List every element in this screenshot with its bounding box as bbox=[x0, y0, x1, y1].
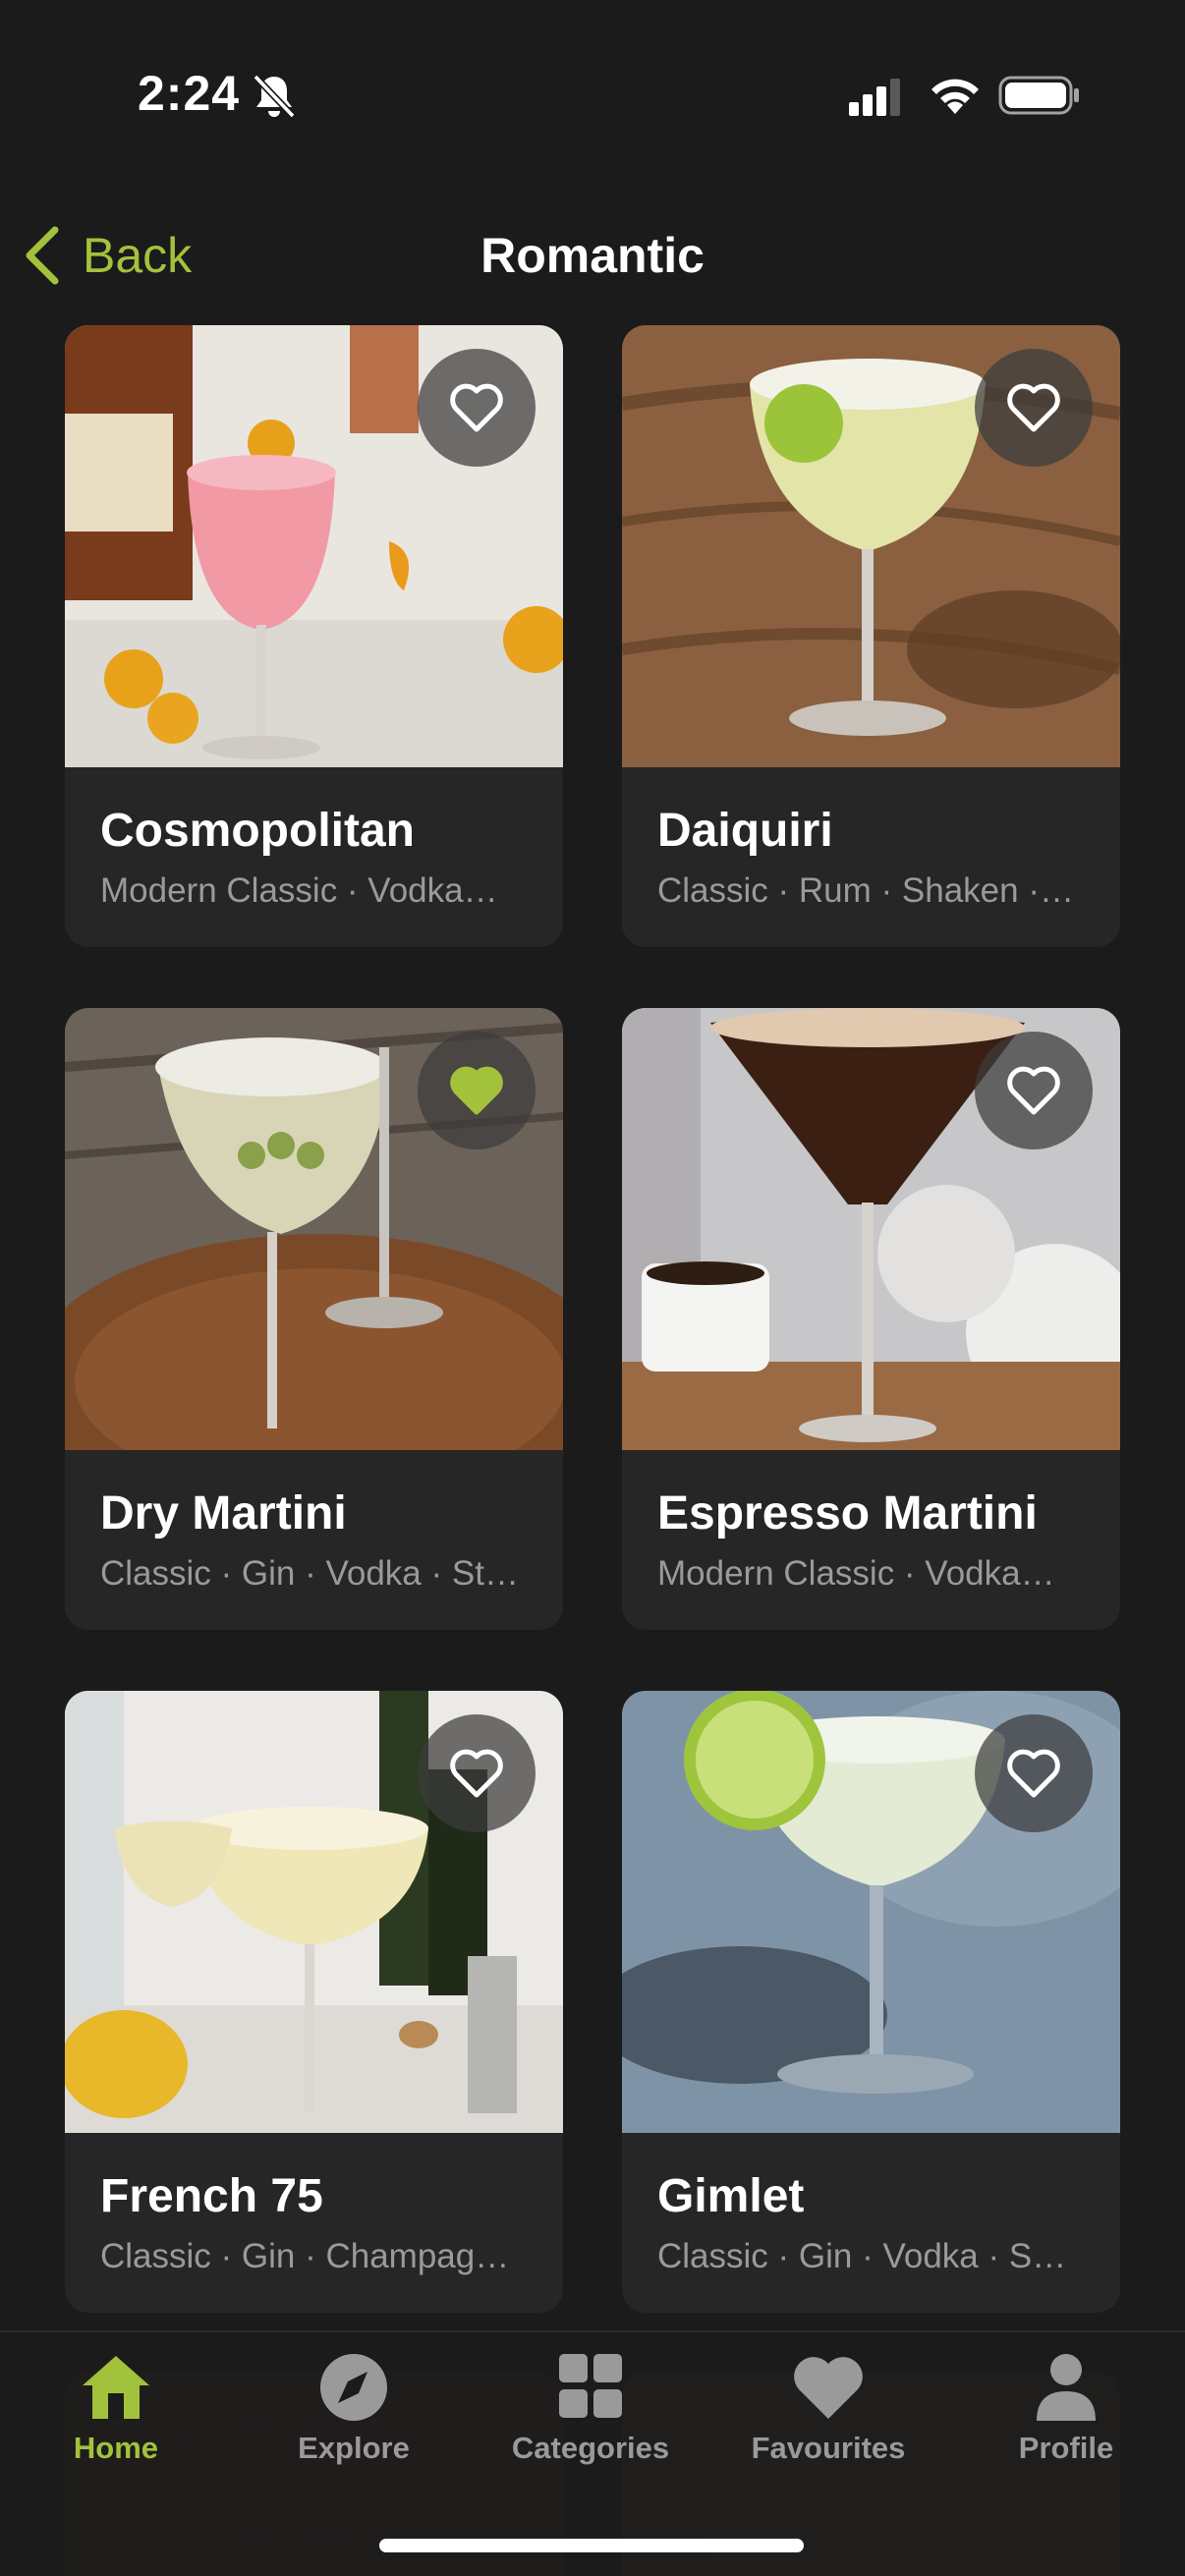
heart-outline-icon bbox=[450, 1749, 503, 1798]
cocktail-name: Dry Martini bbox=[100, 1487, 347, 1540]
tab-label: Profile bbox=[1018, 2431, 1114, 2465]
cocktail-tags: Modern Classic · Vodka… bbox=[100, 871, 498, 910]
home-indicator[interactable] bbox=[379, 2539, 804, 2552]
tab-categories[interactable]: Categories bbox=[502, 2352, 679, 2490]
cocktail-card[interactable]: Gimlet Classic · Gin · Vodka · S… bbox=[622, 1691, 1120, 2313]
chevron-left-icon bbox=[26, 226, 59, 285]
tab-label: Categories bbox=[511, 2431, 670, 2465]
tab-home[interactable]: Home bbox=[28, 2352, 204, 2490]
wifi-icon bbox=[931, 79, 979, 114]
cocktail-name: Daiquiri bbox=[657, 805, 833, 857]
bell-slash-icon bbox=[253, 74, 296, 119]
cocktail-tags: Modern Classic · Vodka… bbox=[657, 1554, 1055, 1593]
favourite-button[interactable] bbox=[975, 349, 1093, 467]
status-time: 2:24 bbox=[138, 66, 241, 121]
heart-filled-icon bbox=[450, 1066, 503, 1115]
favourite-button[interactable] bbox=[975, 1032, 1093, 1149]
tab-explore[interactable]: Explore bbox=[265, 2352, 442, 2490]
favourite-button[interactable] bbox=[418, 349, 536, 467]
favourite-button[interactable] bbox=[418, 1714, 536, 1832]
heart-outline-icon bbox=[1007, 1066, 1060, 1115]
battery-icon bbox=[998, 76, 1079, 115]
heart-outline-icon bbox=[450, 383, 503, 432]
cocktail-card[interactable]: Daiquiri Classic · Rum · Shaken ·… bbox=[622, 325, 1120, 947]
home-icon bbox=[83, 2356, 149, 2419]
cocktail-name: French 75 bbox=[100, 2170, 323, 2222]
grid-icon bbox=[559, 2354, 622, 2418]
cocktail-card[interactable]: Dry Martini Classic · Gin · Vodka · St… bbox=[65, 1008, 563, 1630]
cocktail-tags: Classic · Rum · Shaken ·… bbox=[657, 871, 1074, 910]
cocktail-tags: Classic · Gin · Champag… bbox=[100, 2237, 510, 2275]
cocktail-name: Gimlet bbox=[657, 2170, 805, 2222]
back-label: Back bbox=[83, 228, 193, 283]
cocktail-tags: Classic · Gin · Vodka · S… bbox=[657, 2237, 1067, 2275]
favourite-button[interactable] bbox=[418, 1032, 536, 1149]
person-icon bbox=[1037, 2354, 1096, 2421]
tab-label: Explore bbox=[298, 2431, 410, 2465]
favourite-button[interactable] bbox=[975, 1714, 1093, 1832]
heart-outline-icon bbox=[1007, 1749, 1060, 1798]
navigation-bar: Back Romantic bbox=[0, 187, 1185, 324]
cocktail-card[interactable]: Cosmopolitan Modern Classic · Vodka… bbox=[65, 325, 563, 947]
cocktail-card[interactable]: Espresso Martini Modern Classic · Vodka… bbox=[622, 1008, 1120, 1630]
heart-icon bbox=[794, 2357, 863, 2419]
status-bar: 2:24 bbox=[0, 0, 1185, 187]
tab-profile[interactable]: Profile bbox=[978, 2352, 1155, 2490]
cocktail-card[interactable]: French 75 Classic · Gin · Champag… bbox=[65, 1691, 563, 2313]
cocktail-name: Cosmopolitan bbox=[100, 805, 415, 857]
tab-label: Home bbox=[73, 2431, 159, 2465]
compass-icon bbox=[320, 2354, 387, 2421]
cocktail-tags: Classic · Gin · Vodka · St… bbox=[100, 1554, 519, 1593]
heart-outline-icon bbox=[1007, 383, 1060, 432]
cocktail-name: Espresso Martini bbox=[657, 1487, 1038, 1540]
tab-label: Favourites bbox=[751, 2431, 906, 2465]
back-button[interactable]: Back bbox=[22, 187, 192, 324]
tab-favourites[interactable]: Favourites bbox=[740, 2352, 917, 2490]
signal-icon bbox=[849, 79, 900, 116]
screen: 2:24 Back Romantic Cosmopolitan Modern C… bbox=[0, 0, 1185, 2576]
